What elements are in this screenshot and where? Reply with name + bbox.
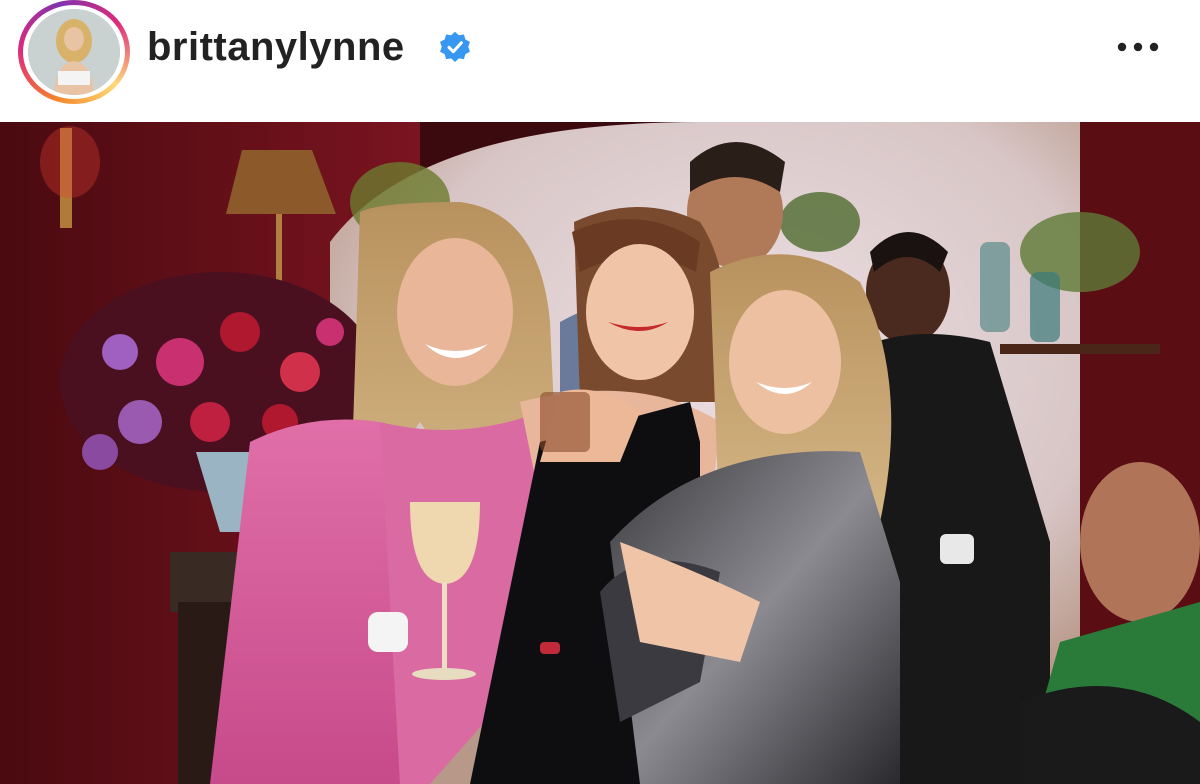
avatar[interactable] — [28, 9, 120, 95]
more-horizontal-icon — [1117, 42, 1159, 52]
more-options-button[interactable] — [1110, 30, 1166, 64]
story-ring[interactable] — [18, 0, 130, 104]
post-image — [0, 122, 1200, 784]
avatar-image — [28, 9, 120, 95]
verified-badge-icon — [440, 31, 470, 62]
post-header: brittanylynne — [0, 0, 1200, 122]
post-photo[interactable] — [0, 122, 1200, 784]
username[interactable]: brittanylynne — [147, 22, 405, 72]
avatar-frame — [23, 5, 125, 99]
